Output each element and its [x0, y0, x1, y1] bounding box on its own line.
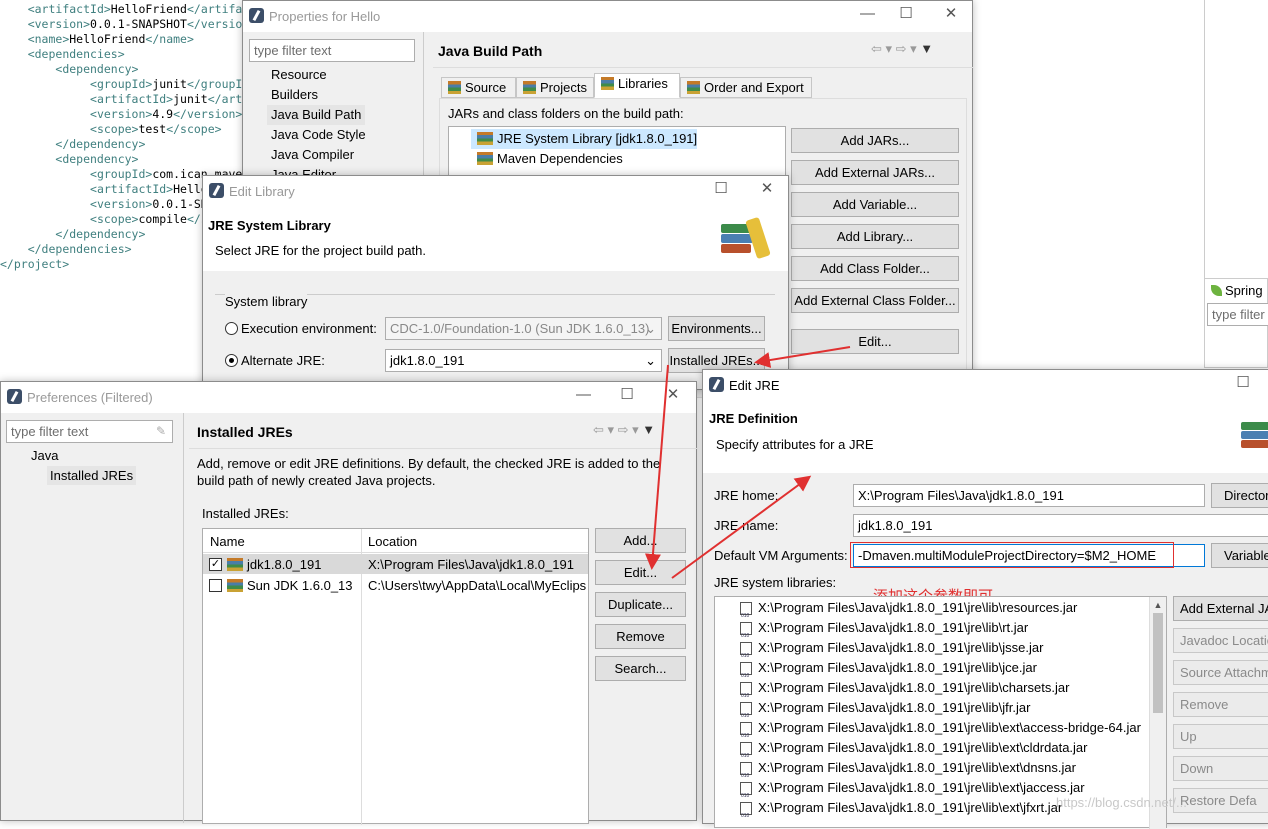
arrow-to-edit-button	[644, 364, 669, 570]
arrow-to-vm-args	[671, 475, 812, 579]
watermark: https://blog.csdn.net/...	[1056, 795, 1187, 810]
arrow-to-installed-jres	[754, 346, 851, 368]
annotation-arrows	[644, 346, 851, 579]
